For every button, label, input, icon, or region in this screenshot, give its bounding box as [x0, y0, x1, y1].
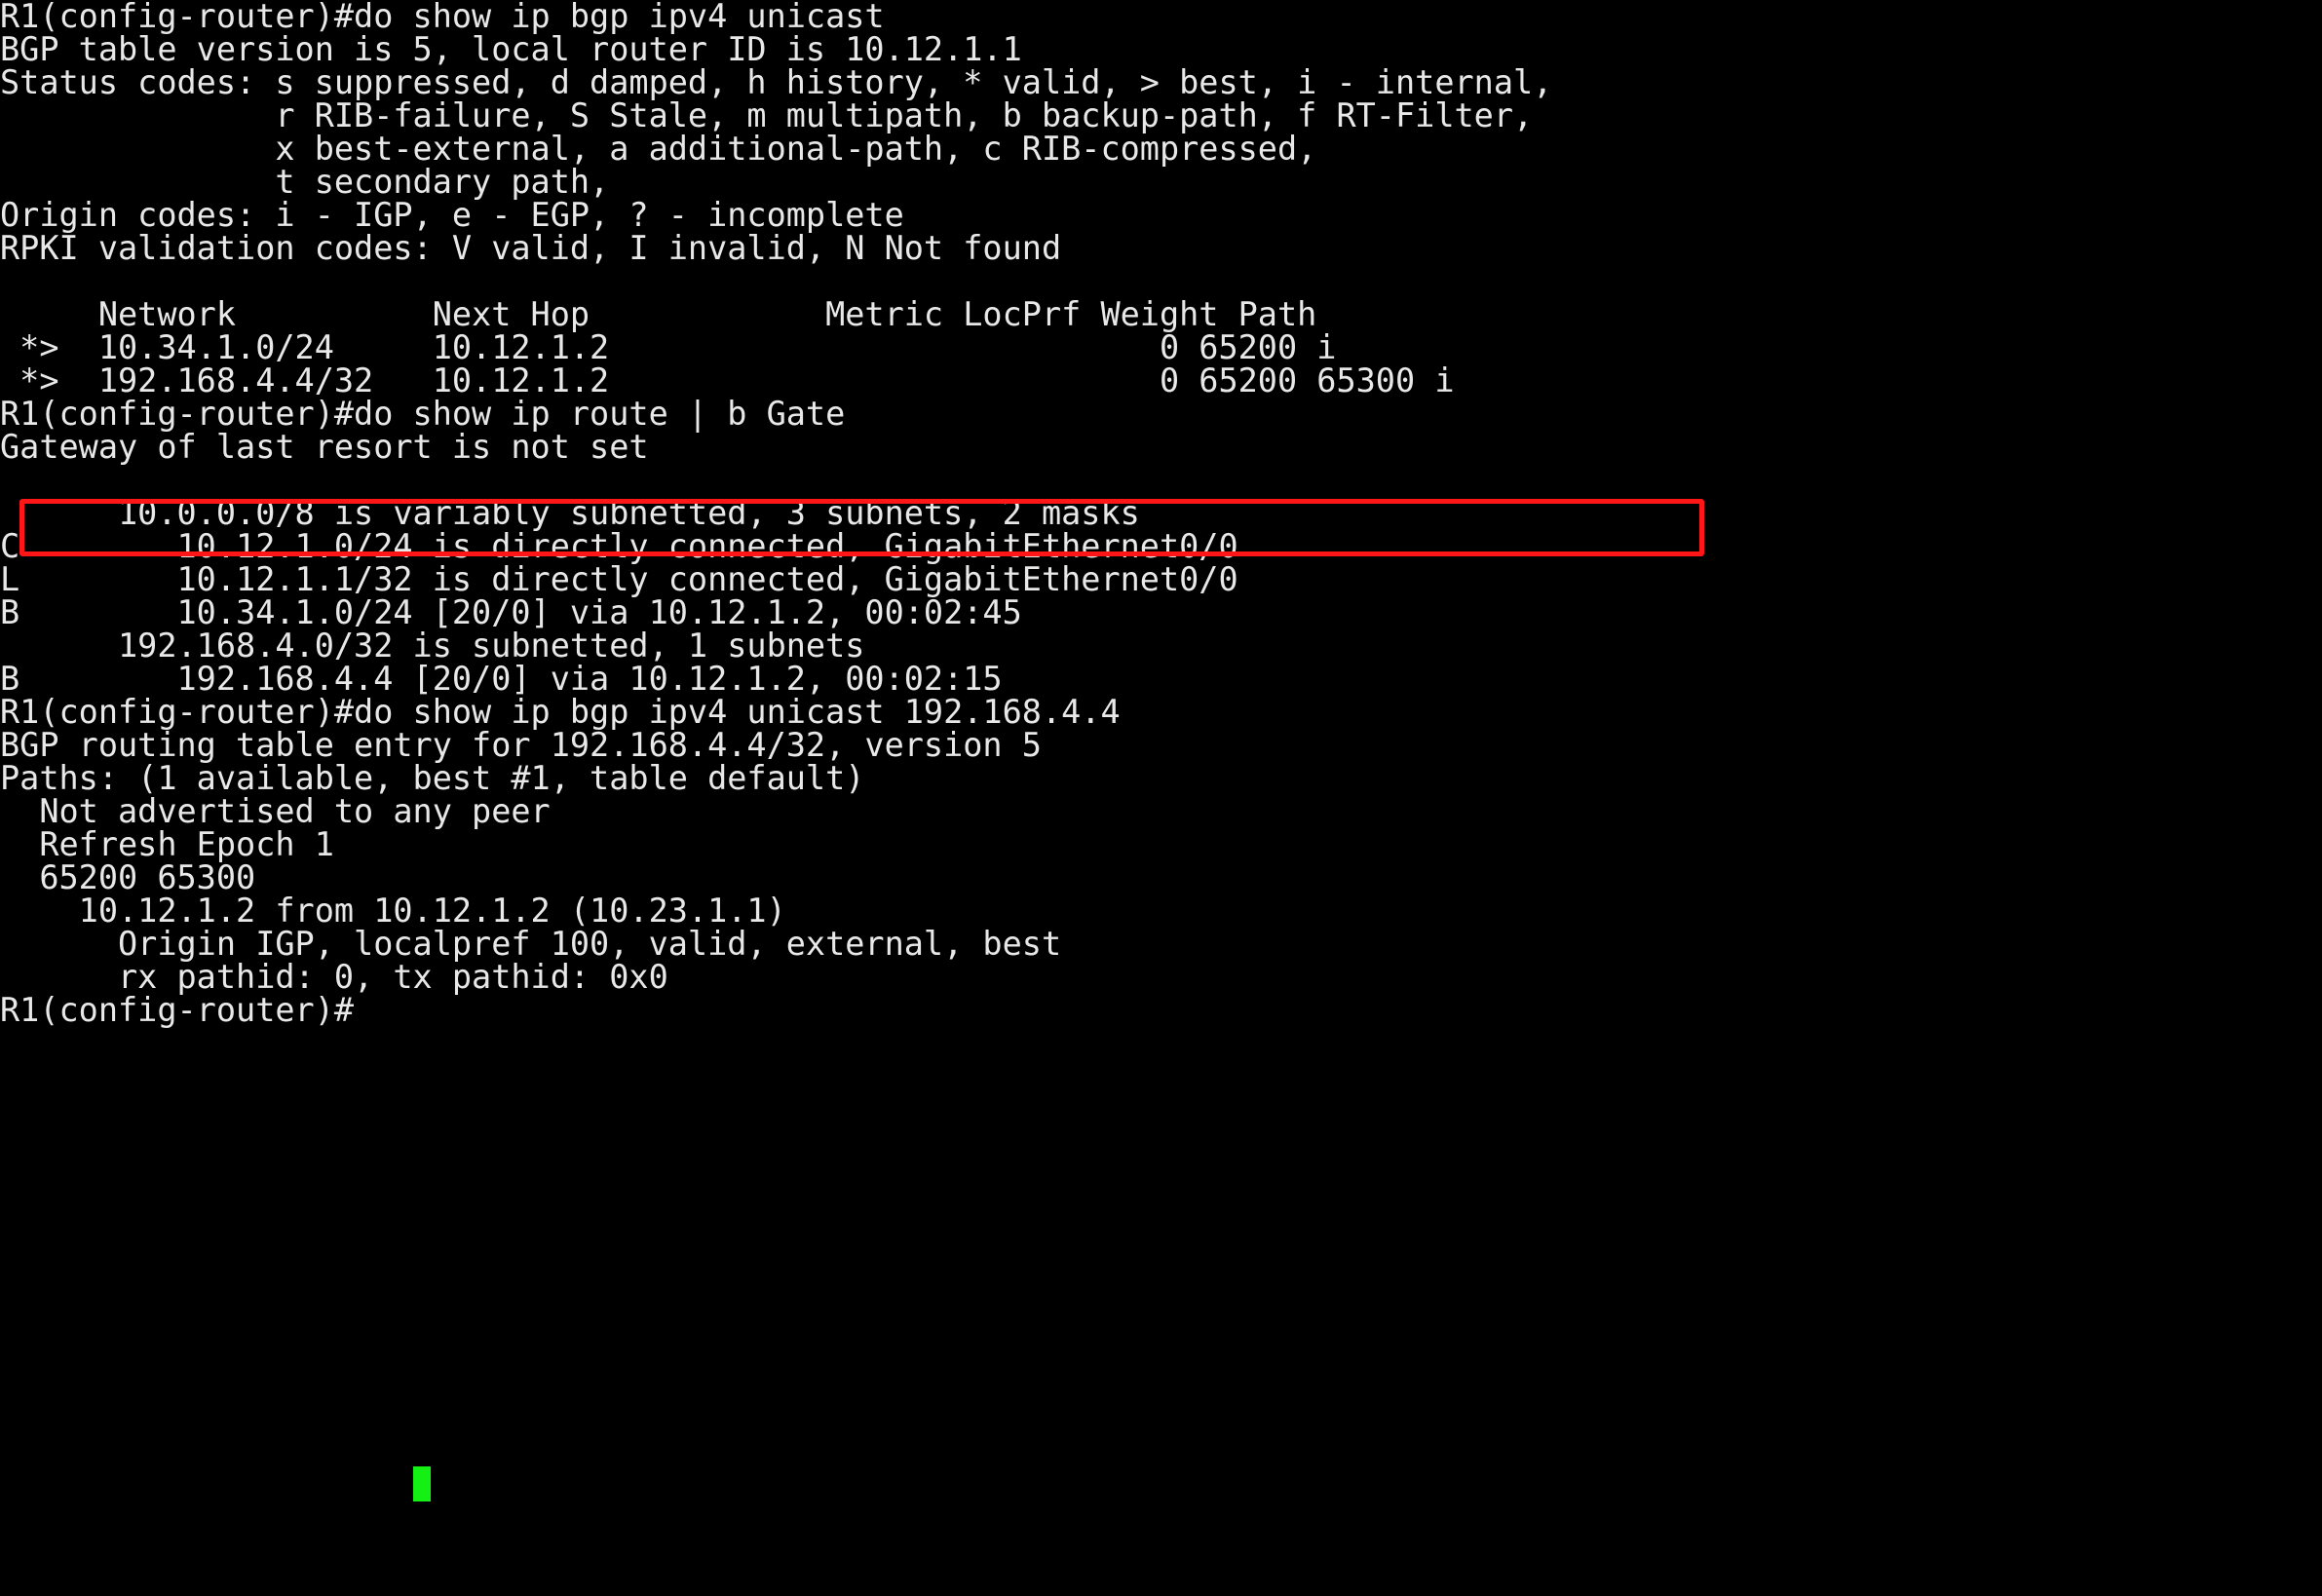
terminal-line: *> 192.168.4.4/32 10.12.1.2 0 65200 6530…: [0, 361, 1455, 399]
terminal-line: Paths: (1 available, best #1, table defa…: [0, 759, 865, 797]
terminal-line: Origin IGP, localpref 100, valid, extern…: [0, 925, 1062, 963]
terminal-line: Origin codes: i - IGP, e - EGP, ? - inco…: [0, 196, 904, 234]
terminal-line: r RIB-failure, S Stale, m multipath, b b…: [0, 96, 1534, 134]
terminal-line: R1(config-router)#: [0, 991, 355, 1029]
terminal-line: Status codes: s suppressed, d damped, h …: [0, 63, 1553, 101]
terminal-line: RPKI validation codes: V valid, I invali…: [0, 229, 1062, 267]
terminal-line: 10.12.1.2 from 10.12.1.2 (10.23.1.1): [0, 892, 786, 930]
terminal-line: R1(config-router)#do show ip route | b G…: [0, 395, 846, 433]
terminal-line: *> 10.34.1.0/24 10.12.1.2 0 65200 i: [0, 328, 1337, 366]
terminal-output-area: R1(config-router)#do show ip bgp ipv4 un…: [0, 0, 2322, 1027]
terminal-line: R1(config-router)#do show ip bgp ipv4 un…: [0, 0, 885, 35]
terminal-line: 10.0.0.0/8 is variably subnetted, 3 subn…: [0, 494, 1140, 532]
terminal-line: B 10.34.1.0/24 [20/0] via 10.12.1.2, 00:…: [0, 593, 1022, 631]
terminal-line: x best-external, a additional-path, c RI…: [0, 130, 1317, 168]
terminal-line: 192.168.4.0/32 is subnetted, 1 subnets: [0, 627, 865, 665]
terminal-line: Gateway of last resort is not set: [0, 428, 649, 466]
terminal-line: BGP routing table entry for 192.168.4.4/…: [0, 726, 1042, 764]
terminal-cursor: [413, 1466, 431, 1501]
terminal-line: C 10.12.1.0/24 is directly connected, Gi…: [0, 527, 1238, 565]
terminal-line: Refresh Epoch 1: [0, 825, 334, 863]
terminal-line: t secondary path,: [0, 163, 610, 201]
terminal-line: BGP table version is 5, local router ID …: [0, 30, 1022, 68]
terminal-line: L 10.12.1.1/32 is directly connected, Gi…: [0, 560, 1238, 598]
terminal-line: 65200 65300: [0, 858, 256, 896]
terminal-line: R1(config-router)#do show ip bgp ipv4 un…: [0, 693, 1121, 731]
terminal-line: Not advertised to any peer: [0, 792, 551, 830]
terminal-window[interactable]: R1(config-router)#do show ip bgp ipv4 un…: [0, 0, 2322, 1596]
terminal-line: B 192.168.4.4 [20/0] via 10.12.1.2, 00:0…: [0, 660, 1003, 698]
terminal-line: rx pathid: 0, tx pathid: 0x0: [0, 958, 668, 996]
terminal-line: Network Next Hop Metric LocPrf Weight Pa…: [0, 295, 1317, 333]
